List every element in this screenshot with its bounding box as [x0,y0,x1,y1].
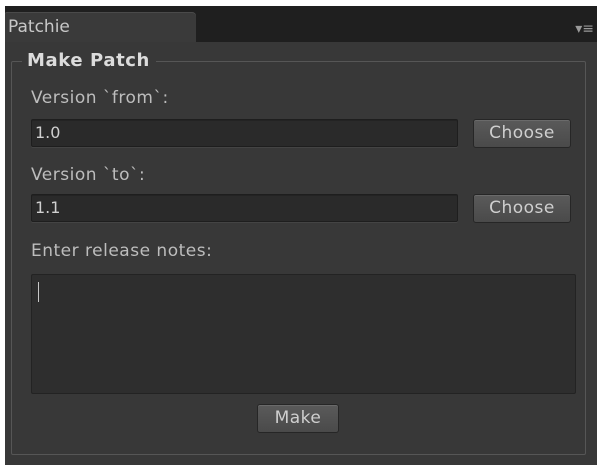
tab-patchie[interactable]: Patchie [5,12,196,42]
version-to-choose-button[interactable]: Choose [473,194,571,223]
make-button[interactable]: Make [257,404,339,433]
version-from-label: Version `from`: [31,88,169,108]
release-notes-textarea[interactable] [31,274,576,394]
patchie-window: Patchie ▾≡ Make Patch Version `from`: 1.… [5,6,597,465]
tab-title: Patchie [8,17,70,37]
window-content: Make Patch Version `from`: 1.0 Choose Ve… [5,42,597,465]
version-to-label: Version `to`: [31,165,146,185]
version-from-input[interactable]: 1.0 [31,119,458,147]
group-title: Make Patch [22,50,156,72]
version-to-input[interactable]: 1.1 [31,194,458,222]
tab-menu-icon[interactable]: ▾≡ [572,21,594,37]
text-caret [38,282,39,302]
tab-bar: Patchie ▾≡ [5,6,597,42]
version-from-choose-button[interactable]: Choose [473,119,571,148]
release-notes-label: Enter release notes: [31,241,213,261]
